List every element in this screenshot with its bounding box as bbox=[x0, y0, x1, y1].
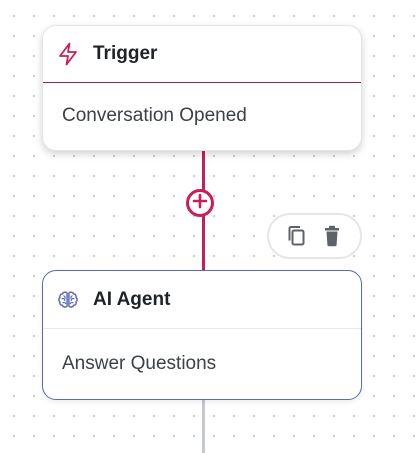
trigger-node[interactable]: Trigger Conversation Opened bbox=[42, 25, 362, 151]
trigger-node-header: Trigger bbox=[43, 26, 361, 83]
lightning-bolt-icon bbox=[57, 42, 79, 66]
workflow-canvas[interactable]: Trigger Conversation Opened AI Agent Ans… bbox=[0, 0, 418, 453]
trash-icon[interactable] bbox=[319, 223, 345, 249]
trigger-node-subtitle: Conversation Opened bbox=[62, 105, 247, 126]
plus-icon bbox=[192, 193, 208, 214]
copy-icon[interactable] bbox=[284, 223, 310, 249]
ai-agent-node[interactable]: AI Agent Answer Questions bbox=[42, 270, 362, 400]
connector-line-next bbox=[202, 399, 205, 453]
add-step-button[interactable] bbox=[186, 189, 214, 217]
ai-agent-node-subtitle: Answer Questions bbox=[62, 353, 217, 374]
ai-agent-node-title: AI Agent bbox=[93, 288, 171, 310]
brain-icon bbox=[57, 289, 79, 311]
trigger-node-title: Trigger bbox=[93, 43, 158, 64]
node-toolbar bbox=[267, 213, 362, 259]
ai-agent-node-header: AI Agent bbox=[43, 271, 361, 329]
